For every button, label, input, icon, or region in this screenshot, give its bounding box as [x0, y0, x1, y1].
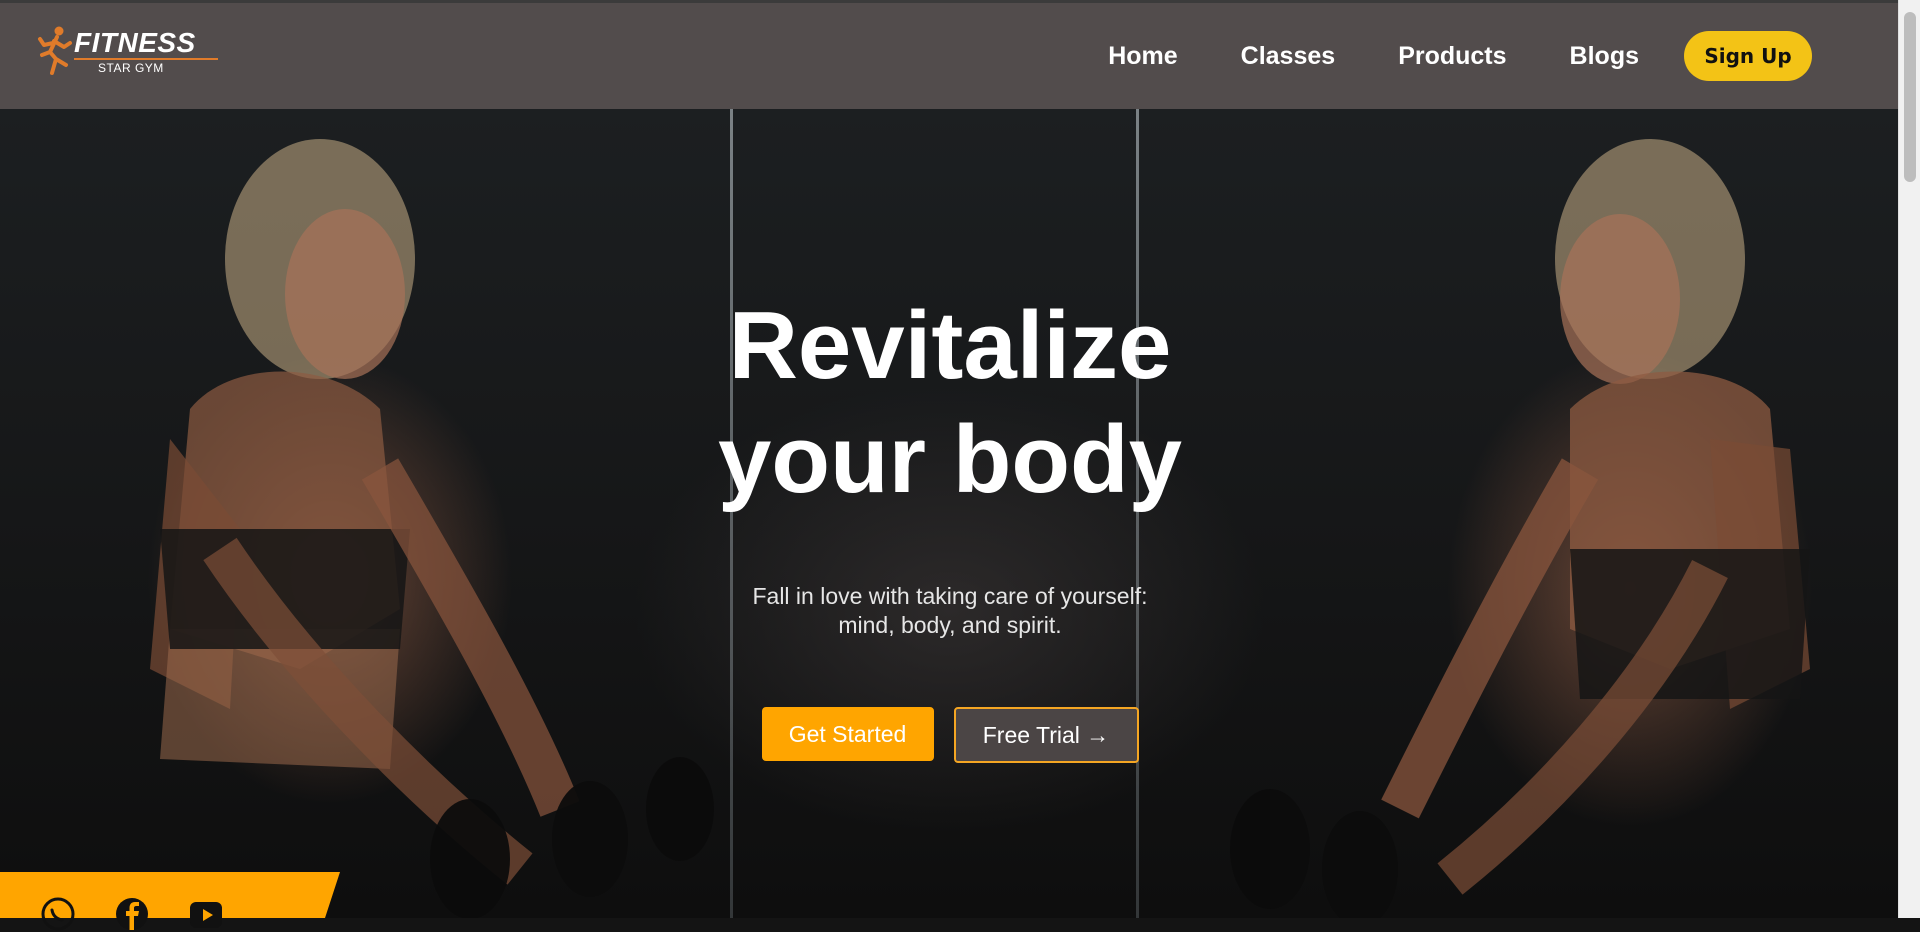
nav-home[interactable]: Home: [1108, 42, 1177, 71]
site-header: FITNESS STAR GYM Home Classes Products B…: [0, 3, 1898, 109]
scrollbar-thumb[interactable]: [1904, 12, 1916, 182]
sign-up-button[interactable]: Sign Up: [1684, 31, 1812, 81]
nav-classes[interactable]: Classes: [1241, 42, 1336, 71]
hero-section: Revitalize your body Fall in love with t…: [0, 109, 1898, 918]
youtube-icon[interactable]: [188, 896, 224, 932]
logo-divider: [74, 58, 218, 60]
social-links-bar: [0, 872, 340, 931]
main-nav: Home Classes Products Blogs Sign Up: [1108, 3, 1812, 109]
logo-subtitle: STAR GYM: [98, 61, 164, 75]
hero-subtitle-line-1: Fall in love with taking care of yoursel…: [752, 583, 1148, 609]
nav-blogs[interactable]: Blogs: [1570, 42, 1639, 71]
facebook-icon[interactable]: [114, 896, 150, 932]
hero-title-line-1: Revitalize: [728, 292, 1172, 399]
logo[interactable]: FITNESS STAR GYM: [32, 25, 218, 83]
hero-subtitle: Fall in love with taking care of yoursel…: [600, 582, 1300, 640]
runner-icon: [38, 26, 72, 75]
hero-subtitle-line-2: mind, body, and spirit.: [838, 612, 1062, 638]
cta-row: Get Started Free Trial →: [600, 707, 1300, 763]
logo-title: FITNESS: [74, 27, 196, 58]
whatsapp-icon[interactable]: [40, 896, 76, 932]
free-trial-button[interactable]: Free Trial →: [953, 707, 1139, 763]
page-scrollbar[interactable]: [1898, 0, 1920, 918]
nav-products[interactable]: Products: [1398, 42, 1506, 71]
hero-title: Revitalize your body: [600, 289, 1300, 517]
hero-title-line-2: your body: [717, 406, 1182, 513]
hero-content: Revitalize your body Fall in love with t…: [600, 289, 1300, 763]
get-started-button[interactable]: Get Started: [761, 707, 934, 761]
